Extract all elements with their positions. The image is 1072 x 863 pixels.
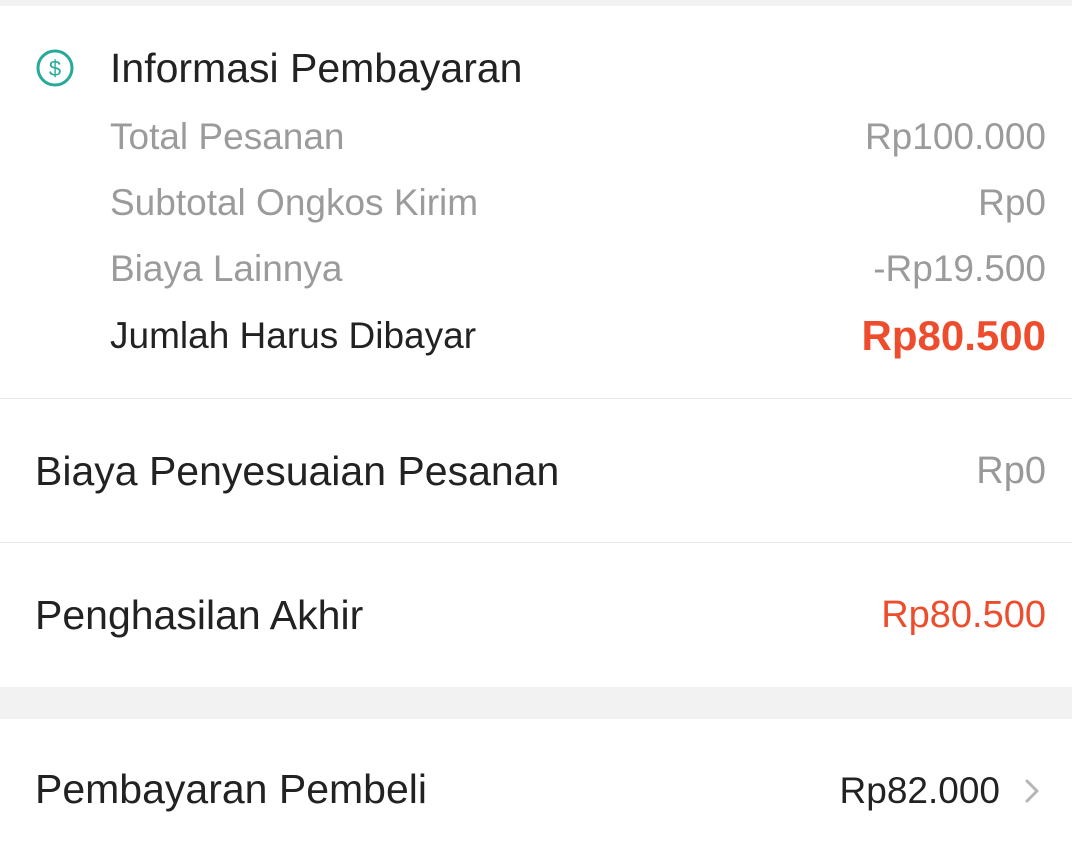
buyer-payment-label: Pembayaran Pembeli — [35, 766, 427, 812]
row-biaya-lainnya: Biaya Lainnya -Rp19.500 — [110, 246, 1046, 292]
row-value: -Rp19.500 — [873, 248, 1046, 289]
adjustment-label: Biaya Penyesuaian Pesanan — [35, 447, 560, 494]
total-value: Rp80.500 — [861, 312, 1046, 359]
row-label: Biaya Lainnya — [110, 248, 343, 289]
row-total-pesanan: Total Pesanan Rp100.000 — [110, 114, 1046, 160]
payment-info-title: Informasi Pembayaran — [110, 45, 523, 91]
buyer-payment-value: Rp82.000 — [839, 770, 1000, 811]
final-income-label: Penghasilan Akhir — [35, 591, 364, 638]
row-label: Subtotal Ongkos Kirim — [110, 182, 479, 223]
svg-text:$: $ — [49, 56, 61, 81]
row-label: Total Pesanan — [110, 116, 345, 157]
payment-info-header: $ — [35, 46, 75, 90]
row-jumlah-harus-dibayar: Jumlah Harus Dibayar Rp80.500 — [110, 312, 1046, 359]
total-label: Jumlah Harus Dibayar — [110, 315, 477, 356]
final-income-row: Penghasilan Akhir Rp80.500 — [35, 585, 1046, 645]
row-value: Rp0 — [978, 182, 1046, 223]
row-value: Rp100.000 — [864, 116, 1046, 157]
dollar-circle-icon: $ — [35, 48, 75, 88]
divider — [0, 398, 1072, 399]
row-subtotal-ongkos-kirim: Subtotal Ongkos Kirim Rp0 — [110, 180, 1046, 226]
adjustment-value: Rp0 — [976, 449, 1046, 492]
buyer-payment-row[interactable]: Pembayaran Pembeli Rp82.000 — [0, 720, 1072, 863]
chevron-right-icon[interactable] — [1022, 776, 1042, 806]
adjustment-row: Biaya Penyesuaian Pesanan Rp0 — [35, 441, 1046, 501]
payment-info-section: $ Informasi Pembayaran Total Pesanan Rp1… — [0, 6, 1072, 398]
section-gap — [0, 687, 1072, 719]
final-income-value: Rp80.500 — [881, 593, 1046, 636]
divider — [0, 542, 1072, 543]
